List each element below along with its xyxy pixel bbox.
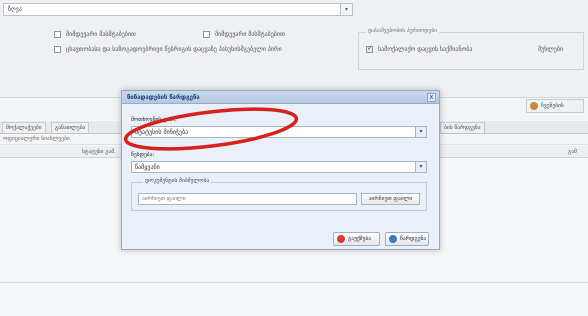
- tab-education[interactable]: განათლება: [51, 122, 90, 133]
- grid-column-status[interactable]: სტატუსი გამ.: [82, 149, 116, 155]
- checkbox-3-label: ცხავთობასა და საზოგადოებრივი წესრიგის და…: [66, 46, 282, 53]
- rule-label: წესდება:: [131, 152, 155, 158]
- fieldset-extra-label: მუხლები: [538, 46, 564, 53]
- tab-citizens[interactable]: მოქალაქეები: [2, 122, 46, 133]
- tab-submission[interactable]: ბის წარდგენა: [440, 122, 485, 133]
- submit-button[interactable]: წარდგენა: [385, 232, 429, 246]
- checkbox-1-label: მიმდევარი მასშტაბებით: [66, 31, 136, 38]
- rule-value: წამყვანი: [135, 164, 160, 171]
- rule-select[interactable]: წამყვანი ▾: [131, 161, 427, 173]
- dialog-title: წინადადების წარდგენა: [127, 94, 200, 101]
- divider: [0, 282, 588, 283]
- top-combo-select[interactable]: ზღვა ▾: [3, 3, 353, 16]
- check-icon: [389, 235, 397, 243]
- fieldset-checkbox-label: სამოქალაქო დაცვის საქმიანობა: [378, 46, 473, 53]
- request-type-value: სტატუსის მინიჭება: [135, 129, 189, 136]
- request-type-select[interactable]: სტატუსის მინიჭება ▾: [131, 126, 427, 138]
- user-icon: [530, 102, 538, 110]
- request-type-label: მოთხოვნის ტიპი:: [131, 117, 177, 123]
- cancel-button[interactable]: გაუქმება: [333, 232, 380, 246]
- checkbox-2[interactable]: [203, 31, 210, 38]
- submit-button-label: წარდგენა: [400, 236, 427, 242]
- checkbox-2-label: მიმდევარი მასშტაბებით: [215, 31, 285, 38]
- fieldset-checkbox[interactable]: [366, 44, 373, 53]
- file-path-input[interactable]: [139, 194, 356, 204]
- dialog-titlebar[interactable]: წინადადების წარდგენა x: [122, 91, 439, 104]
- list-header-label: ოფიციალური სიახლეები: [3, 136, 70, 142]
- cancel-button-label: გაუქმება: [348, 236, 371, 242]
- view-button[interactable]: ჩვენების: [526, 99, 584, 113]
- top-combo-value: ზღვა: [8, 6, 22, 13]
- grid-column-right[interactable]: გამ: [568, 149, 577, 155]
- checkbox-3[interactable]: [54, 46, 61, 53]
- checkbox-1[interactable]: [54, 31, 61, 38]
- chevron-down-icon[interactable]: ▾: [415, 162, 426, 172]
- view-button-label: ჩვენების: [541, 103, 564, 109]
- chevron-down-icon[interactable]: ▾: [340, 4, 352, 15]
- close-icon[interactable]: x: [427, 93, 436, 102]
- document-group-legend: დოკუმენტის მიბმულობა: [143, 178, 212, 184]
- choose-file-button[interactable]: აირჩიეთ ფაილი: [361, 193, 420, 205]
- chevron-down-icon[interactable]: ▾: [415, 127, 426, 137]
- file-path-input-box[interactable]: [138, 193, 357, 205]
- period-fieldset-legend: დასაშვებობის პერიოდები: [366, 28, 440, 34]
- cancel-icon: [337, 235, 345, 243]
